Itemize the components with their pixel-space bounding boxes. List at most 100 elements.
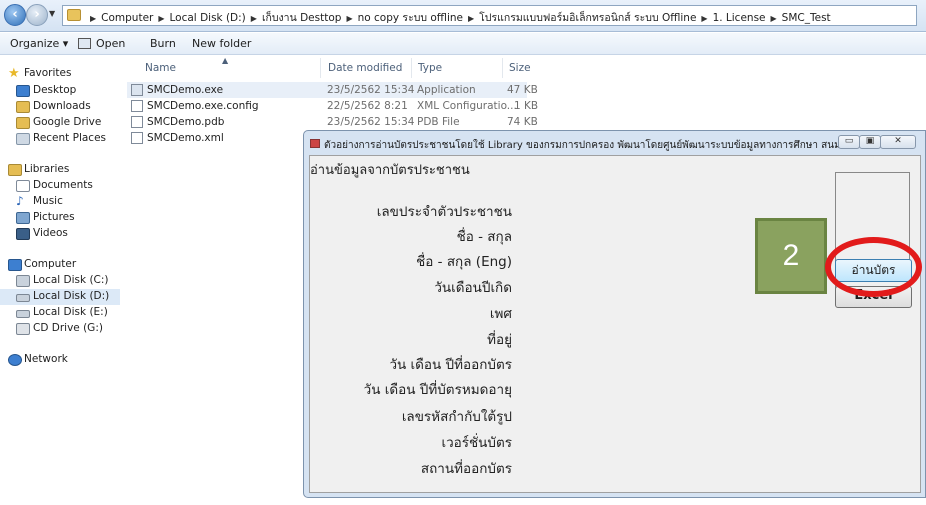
chevron-right-icon: ▶ xyxy=(467,14,475,23)
nav-documents[interactable]: Documents xyxy=(0,178,120,194)
window-client-area: อ่านข้อมูลจากบัตรประชาชน เลขประจำตัวประช… xyxy=(309,155,921,493)
crumb-desttop[interactable]: เก็บงาน Desttop xyxy=(262,12,342,24)
file-name: SMCDemo.exe xyxy=(147,84,224,96)
pictures-icon xyxy=(16,212,30,224)
navigation-pane: ★ Favorites Desktop Downloads Google Dri… xyxy=(0,56,120,505)
drive-icon xyxy=(16,294,30,302)
breadcrumb: ▶ Computer ▶ Local Disk (D:) ▶ เก็บงาน Destto… xyxy=(85,9,831,26)
back-arrow-icon[interactable]: ‹ xyxy=(4,4,26,26)
forward-arrow-icon[interactable]: › xyxy=(26,4,48,26)
xml-file-icon xyxy=(131,132,143,144)
network-icon xyxy=(8,354,22,366)
nav-recent-places[interactable]: Recent Places xyxy=(0,131,120,147)
recent-places-icon xyxy=(16,133,30,145)
nav-favorites[interactable]: ★ Favorites xyxy=(0,66,120,82)
burn-button[interactable]: Burn xyxy=(150,37,176,50)
chevron-right-icon: ▶ xyxy=(250,14,257,23)
nav-label: Videos xyxy=(33,227,68,239)
drive-icon xyxy=(16,275,30,287)
close-button[interactable]: ✕ xyxy=(880,135,916,149)
nav-label: Music xyxy=(33,195,63,207)
file-row[interactable]: SMCDemo.exe.config 22/5/2562 8:21 XML Co… xyxy=(127,98,538,114)
chevron-right-icon: ▶ xyxy=(346,14,353,23)
column-divider[interactable] xyxy=(411,58,412,78)
chevron-right-icon: ▶ xyxy=(770,14,777,23)
step-number-badge: 2 xyxy=(755,218,827,294)
nav-computer[interactable]: Computer xyxy=(0,257,120,273)
nav-local-disk-c[interactable]: Local Disk (C:) xyxy=(0,273,120,289)
label-gender: เพศ xyxy=(489,306,512,322)
window-titlebar[interactable]: ตัวอย่างการอ่านบัตรประชาชนโดยใช้ Library… xyxy=(304,131,925,155)
nav-local-disk-d[interactable]: Local Disk (D:) xyxy=(0,289,120,305)
history-dropdown-icon[interactable]: ▼ xyxy=(49,9,59,21)
column-header-size[interactable]: Size xyxy=(509,62,531,74)
file-type: XML Configuratio... xyxy=(417,100,517,112)
nav-cd-drive[interactable]: CD Drive (G:) xyxy=(0,321,120,337)
file-row[interactable]: SMCDemo.pdb 23/5/2562 15:34 PDB File 74 … xyxy=(127,114,538,130)
column-divider[interactable] xyxy=(502,58,503,78)
videos-icon xyxy=(16,228,30,240)
nav-label: Pictures xyxy=(33,211,75,223)
highlight-circle xyxy=(825,237,922,297)
file-row[interactable]: SMCDemo.exe 23/5/2562 15:34 Application … xyxy=(127,82,538,98)
crumb-program[interactable]: โปรแกรมแบบฟอร์มอิเล็กทรอนิกส์ ระบบ Offli… xyxy=(479,12,696,24)
crumb-local-disk-d[interactable]: Local Disk (D:) xyxy=(170,12,246,24)
label-issue-date: วัน เดือน ปีที่ออกบัตร xyxy=(389,357,512,373)
column-header-date[interactable]: Date modified xyxy=(328,62,402,74)
nav-local-disk-e[interactable]: Local Disk (E:) xyxy=(0,305,120,321)
crumb-no-copy[interactable]: no copy ระบบ offline xyxy=(358,12,463,24)
label-name-eng: ชื่อ - สกุล (Eng) xyxy=(416,254,512,270)
new-folder-button[interactable]: New folder xyxy=(192,37,251,50)
label-photo-code: เลขรหัสกำกับใต้รูป xyxy=(401,409,512,425)
label-issue-place: สถานที่ออกบัตร xyxy=(420,461,512,477)
nav-network[interactable]: Network xyxy=(0,352,120,368)
label-address: ที่อยู่ xyxy=(487,332,512,348)
documents-icon xyxy=(16,180,30,192)
label-citizen-id: เลขประจำตัวประชาชน xyxy=(376,204,512,220)
nav-videos[interactable]: Videos xyxy=(0,226,120,242)
app-icon xyxy=(310,139,320,148)
crumb-smc-test[interactable]: SMC_Test xyxy=(782,12,831,24)
nav-downloads[interactable]: Downloads xyxy=(0,99,120,115)
nav-music[interactable]: ♪ Music xyxy=(0,194,120,210)
address-bar[interactable]: ▶ Computer ▶ Local Disk (D:) ▶ เก็บงาน Destto… xyxy=(62,5,917,26)
pdb-file-icon xyxy=(131,116,143,128)
open-button[interactable]: Open xyxy=(96,37,125,50)
sort-arrow-icon: ▲ xyxy=(222,56,229,65)
column-header-type[interactable]: Type xyxy=(418,62,442,74)
nav-label: Local Disk (D:) xyxy=(33,290,110,302)
nav-label: Recent Places xyxy=(33,132,107,144)
organize-button[interactable]: Organize ▾ xyxy=(10,37,68,50)
nav-desktop[interactable]: Desktop xyxy=(0,83,120,99)
nav-label: Local Disk (C:) xyxy=(33,274,109,286)
nav-google-drive[interactable]: Google Drive xyxy=(0,115,120,131)
nav-libraries[interactable]: Libraries xyxy=(0,162,120,178)
address-bar-area: ‹ › ▼ ▶ Computer ▶ Local Disk (D:) ▶ เก็บงาน … xyxy=(0,0,926,32)
google-drive-folder-icon xyxy=(16,117,30,129)
nav-label: Favorites xyxy=(24,67,72,79)
column-divider[interactable] xyxy=(320,58,321,78)
file-date: 22/5/2562 8:21 xyxy=(327,100,408,112)
command-toolbar: Organize ▾ Open Burn New folder xyxy=(0,33,926,55)
column-header-name[interactable]: Name xyxy=(145,62,176,74)
drive-icon xyxy=(16,310,30,318)
chevron-right-icon: ▶ xyxy=(701,14,708,23)
nav-pictures[interactable]: Pictures xyxy=(0,210,120,226)
nav-label: Desktop xyxy=(33,84,77,96)
nav-label: Documents xyxy=(33,179,93,191)
star-icon: ★ xyxy=(8,66,20,81)
nav-label: Downloads xyxy=(33,100,91,112)
file-name: SMCDemo.xml xyxy=(147,132,224,144)
file-date: 23/5/2562 15:34 xyxy=(327,84,415,96)
form-heading: อ่านข้อมูลจากบัตรประชาชน xyxy=(310,163,470,178)
desktop-icon xyxy=(16,85,30,97)
crumb-license[interactable]: 1. License xyxy=(713,12,766,24)
nav-label: Libraries xyxy=(24,163,70,175)
chevron-right-icon: ▶ xyxy=(158,14,165,23)
maximize-button[interactable]: ▣ xyxy=(859,135,881,149)
open-icon[interactable] xyxy=(78,38,91,49)
nav-label: Network xyxy=(24,353,68,365)
crumb-computer[interactable]: Computer xyxy=(101,12,153,24)
minimize-button[interactable]: ▭ xyxy=(838,135,860,149)
smc-demo-window: ตัวอย่างการอ่านบัตรประชาชนโดยใช้ Library… xyxy=(303,130,926,498)
